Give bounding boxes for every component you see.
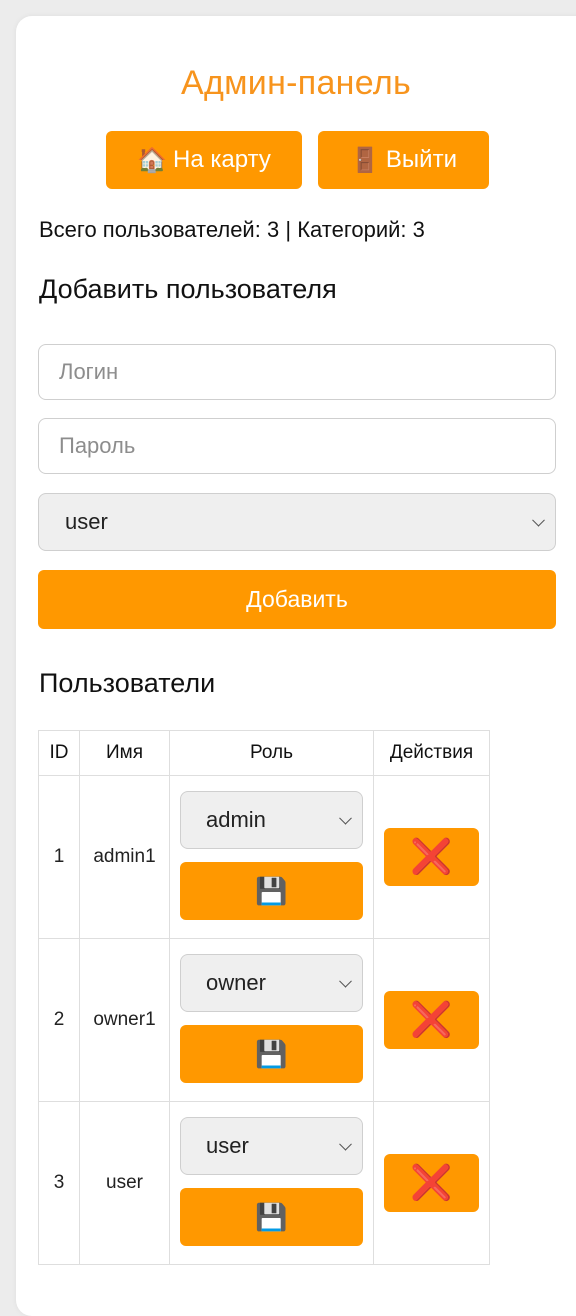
- user-role-value: user: [206, 1133, 249, 1158]
- add-user-heading: Добавить пользователя: [39, 274, 337, 304]
- user-id: 1: [38, 775, 80, 939]
- role-cell: owner 💾: [169, 938, 374, 1102]
- house-icon: 🏠: [137, 146, 168, 174]
- cross-mark-icon: ❌: [410, 838, 453, 876]
- new-user-role-value: user: [65, 509, 108, 534]
- role-cell: user 💾: [169, 1101, 374, 1265]
- users-count: 3: [266, 217, 280, 242]
- stats-separator: |: [285, 217, 292, 242]
- save-role-button[interactable]: 💾: [180, 1188, 363, 1246]
- user-role-select[interactable]: owner: [180, 954, 363, 1012]
- save-role-button[interactable]: 💾: [180, 862, 363, 920]
- table-row: 1 admin1 admin 💾 ❌: [38, 775, 490, 939]
- table-header-row: ID Имя Роль Действия: [38, 730, 490, 776]
- delete-user-button[interactable]: ❌: [384, 1154, 479, 1212]
- user-name: user: [79, 1101, 170, 1265]
- role-cell: admin 💾: [169, 775, 374, 939]
- users-heading: Пользователи: [39, 668, 216, 698]
- user-role-value: owner: [206, 970, 266, 995]
- categories-count: 3: [412, 217, 425, 242]
- logout-button[interactable]: 🚪 Выйти: [318, 131, 489, 189]
- new-user-role-select[interactable]: user: [38, 493, 556, 551]
- floppy-disk-icon: 💾: [255, 875, 288, 906]
- password-input[interactable]: [38, 418, 556, 474]
- delete-user-button[interactable]: ❌: [384, 991, 479, 1049]
- user-id: 3: [38, 1101, 80, 1265]
- actions-cell: ❌: [373, 775, 490, 939]
- user-name: admin1: [79, 775, 170, 939]
- column-header-name: Имя: [79, 730, 170, 776]
- to-map-button[interactable]: 🏠 На карту: [106, 131, 302, 189]
- column-header-actions: Действия: [373, 730, 490, 776]
- floppy-disk-icon: 💾: [255, 1038, 288, 1069]
- cross-mark-icon: ❌: [410, 1001, 453, 1039]
- user-role-value: admin: [206, 807, 266, 832]
- actions-cell: ❌: [373, 1101, 490, 1265]
- login-input[interactable]: [38, 344, 556, 400]
- page-title: Админ-панель: [180, 64, 411, 102]
- delete-user-button[interactable]: ❌: [384, 828, 479, 886]
- column-header-id: ID: [38, 730, 80, 776]
- logout-label: Выйти: [385, 146, 457, 173]
- user-id: 2: [38, 938, 80, 1102]
- users-table: ID Имя Роль Действия 1 admin1 admin 💾 ❌: [38, 730, 490, 1265]
- user-name: owner1: [79, 938, 170, 1102]
- to-map-label: На карту: [173, 146, 271, 173]
- users-count-label: Всего пользователей:: [39, 217, 261, 242]
- save-role-button[interactable]: 💾: [180, 1025, 363, 1083]
- user-role-select[interactable]: admin: [180, 791, 363, 849]
- table-row: 2 owner1 owner 💾 ❌: [38, 938, 490, 1102]
- stats-line: Всего пользователей: 3 | Категорий: 3: [39, 217, 425, 243]
- floppy-disk-icon: 💾: [255, 1201, 288, 1232]
- chevron-down-icon: [339, 974, 352, 988]
- chevron-down-icon: [339, 811, 352, 825]
- add-user-button[interactable]: Добавить: [38, 570, 556, 629]
- door-icon: 🚪: [350, 146, 380, 174]
- actions-cell: ❌: [373, 938, 490, 1102]
- table-row: 3 user user 💾 ❌: [38, 1101, 490, 1265]
- categories-count-label: Категорий:: [297, 217, 407, 242]
- user-role-select[interactable]: user: [180, 1117, 363, 1175]
- column-header-role: Роль: [169, 730, 374, 776]
- chevron-down-icon: [532, 513, 545, 527]
- cross-mark-icon: ❌: [410, 1164, 453, 1202]
- chevron-down-icon: [339, 1137, 352, 1151]
